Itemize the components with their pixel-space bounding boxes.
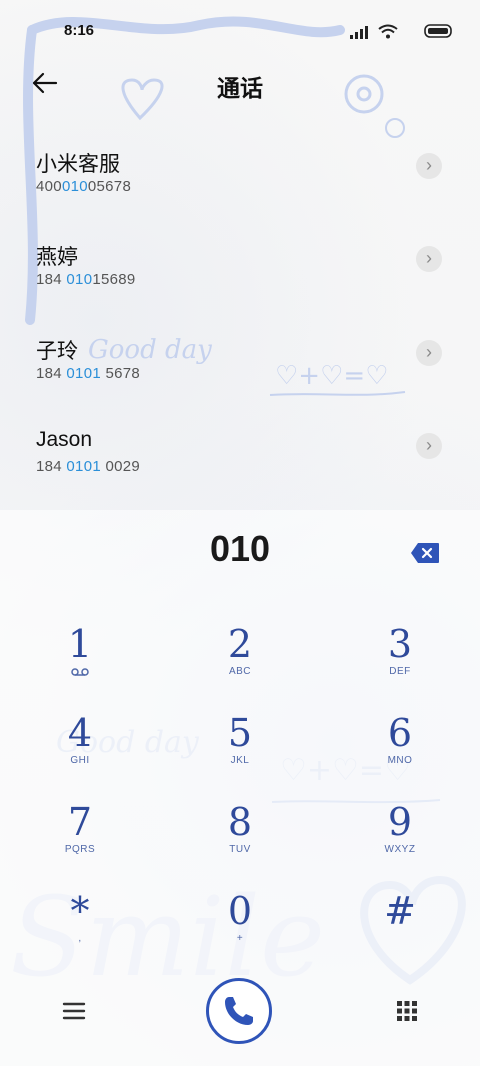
contact-name: 燕婷 (36, 246, 78, 269)
dial-key-7[interactable]: 7 PQRS (20, 802, 140, 872)
contact-name: Jason (36, 428, 93, 451)
dial-key-2[interactable]: 2 ABC (180, 624, 300, 694)
contact-name: 子玲 (36, 340, 78, 363)
contact-row[interactable]: 小米客服 40001005678 › (36, 148, 446, 218)
wifi-icon (378, 24, 398, 39)
dial-key-0[interactable]: 0 + (180, 891, 300, 961)
contact-number: 184 0101 0029 (36, 458, 141, 475)
battery-icon (424, 24, 452, 38)
menu-icon[interactable] (62, 1000, 86, 1022)
status-bar: 8:16 (0, 0, 480, 60)
contact-number: 184 0101 5678 (36, 365, 141, 382)
voicemail-icon (71, 668, 89, 676)
dial-key-4[interactable]: 4 GHI (20, 713, 140, 783)
dialed-number: 010 (209, 528, 271, 569)
dial-key-1[interactable]: 1 (20, 624, 140, 694)
dial-key-5[interactable]: 5 JKL (180, 713, 300, 783)
call-button[interactable] (206, 978, 272, 1044)
contact-number: 184 01015689 (36, 271, 136, 288)
backspace-icon[interactable] (410, 542, 440, 564)
header: 通话 (0, 60, 480, 106)
contact-row[interactable]: 子玲 184 0101 5678 › (36, 335, 446, 405)
chevron-right-icon[interactable]: › (416, 153, 442, 179)
dial-key-star[interactable]: * , (20, 891, 140, 961)
dial-key-6[interactable]: 6 MNO (340, 713, 460, 783)
page-title: 通话 (217, 75, 263, 101)
dial-key-8[interactable]: 8 TUV (180, 802, 300, 872)
chevron-right-icon[interactable]: › (416, 246, 442, 272)
chevron-right-icon[interactable]: › (416, 340, 442, 366)
signal-icon (350, 26, 368, 39)
dial-key-9[interactable]: 9 WXYZ (340, 802, 460, 872)
chevron-right-icon[interactable]: › (416, 433, 442, 459)
status-time: 8:16 (64, 22, 95, 39)
contact-number: 40001005678 (36, 178, 132, 195)
contact-name: 小米客服 (36, 153, 120, 176)
contact-row[interactable]: Jason 184 0101 0029 › (36, 428, 446, 498)
keypad-toggle-icon[interactable] (396, 1000, 418, 1024)
contact-row[interactable]: 燕婷 184 01015689 › (36, 241, 446, 311)
phone-icon (225, 997, 253, 1025)
dial-key-3[interactable]: 3 DEF (340, 624, 460, 694)
dial-key-hash[interactable]: # (340, 891, 460, 961)
